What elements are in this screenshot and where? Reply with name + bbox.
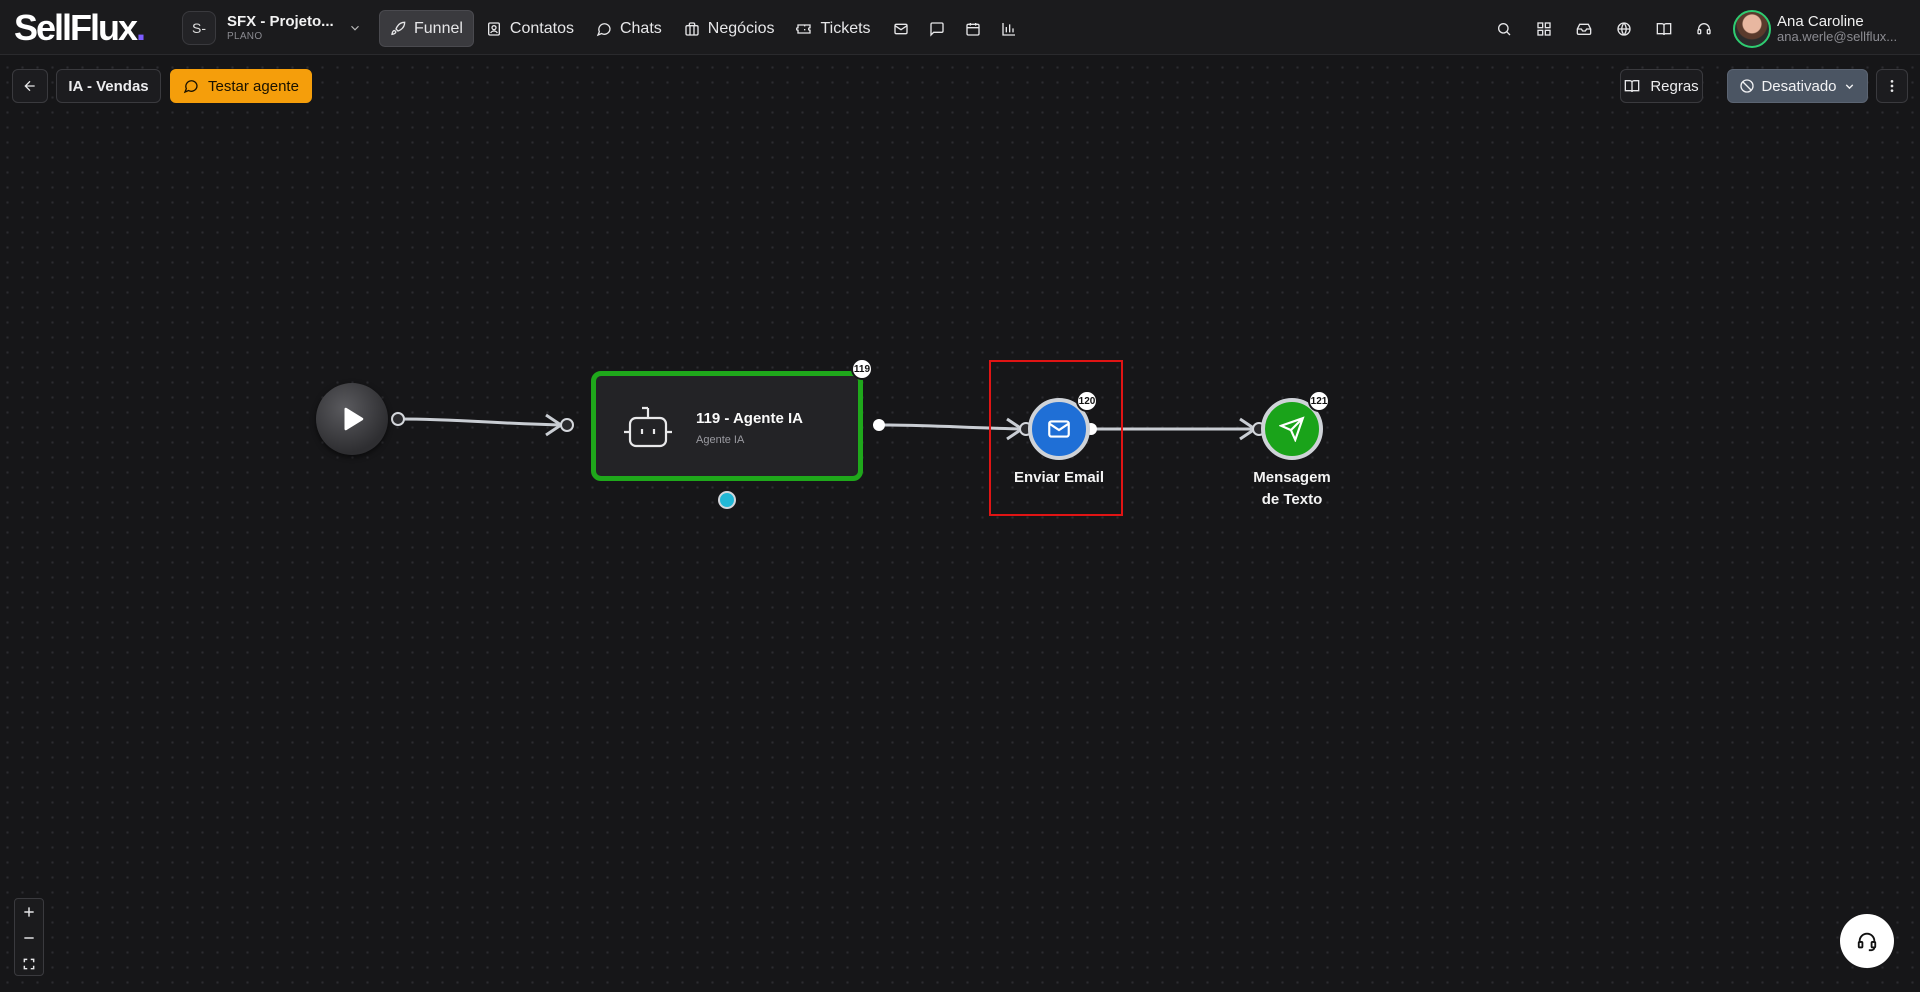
project-selector[interactable]: S- SFX - Projeto... PLANO: [182, 11, 362, 45]
nav-reports[interactable]: [991, 10, 1027, 47]
flow-name-label: IA - Vendas: [68, 77, 149, 95]
user-email: ana.werle@sellflux...: [1777, 29, 1898, 45]
briefcase-icon: [685, 21, 699, 36]
test-agent-button[interactable]: Testar agente: [170, 69, 312, 103]
arrow-left-icon: [24, 80, 35, 92]
message-label-line2: de Texto: [1261, 491, 1323, 508]
chat-icon: [596, 22, 611, 36]
grid-icon: [1537, 21, 1551, 36]
agent-node[interactable]: 119 - Agente IA Agente IA: [591, 371, 863, 481]
agent-output-handle: [873, 419, 885, 431]
bot-icon: [624, 406, 672, 448]
project-plan: PLANO: [227, 31, 263, 42]
nav-tickets-label: Tickets: [820, 19, 871, 37]
rules-label: Regras: [1650, 77, 1699, 95]
play-icon: [344, 407, 364, 431]
nav-chats-label: Chats: [619, 19, 662, 37]
rules-button[interactable]: Regras: [1620, 69, 1703, 103]
send-icon: [1279, 416, 1305, 442]
ticket-icon: [796, 23, 812, 34]
header-globe[interactable]: [1604, 10, 1644, 47]
support-chat-button[interactable]: [1840, 914, 1894, 968]
edge-start-agent: [398, 417, 566, 427]
user-name: Ana Caroline: [1777, 12, 1864, 30]
agent-node-title: 119 - Agente IA: [696, 410, 803, 427]
start-node[interactable]: [316, 383, 388, 455]
book-icon: [1624, 80, 1640, 93]
top-navbar: SellFlux. S- SFX - Projeto... PLANO Funn…: [0, 0, 1920, 55]
agent-node-badge: 119: [851, 358, 873, 380]
flow-name[interactable]: IA - Vendas: [56, 69, 161, 103]
nav-calendar[interactable]: [955, 10, 991, 47]
nav-chats[interactable]: Chats: [586, 10, 672, 47]
zoom-in-button[interactable]: [15, 899, 43, 925]
header-inbox[interactable]: [1564, 10, 1604, 47]
nav-email[interactable]: [883, 10, 919, 47]
fit-view-button[interactable]: [15, 951, 43, 977]
fullscreen-icon: [23, 958, 35, 970]
nav-negocios[interactable]: Negócios: [674, 10, 785, 47]
headset-icon: [1697, 22, 1711, 34]
email-node-label: Enviar Email: [1013, 469, 1105, 486]
minus-icon: [24, 937, 34, 939]
headset-icon: [1857, 932, 1877, 952]
plus-icon: [24, 907, 34, 917]
mail-icon: [1048, 420, 1070, 438]
bar-chart-icon: [1001, 22, 1015, 36]
search-icon: [1498, 22, 1511, 35]
start-output-handle: [391, 412, 405, 426]
nav-tickets[interactable]: Tickets: [786, 10, 880, 47]
nav-funnel[interactable]: Funnel: [379, 10, 474, 47]
email-node-badge: 120: [1076, 390, 1098, 412]
agent-bottom-handle: [718, 491, 736, 509]
nav-contatos[interactable]: Contatos: [476, 10, 584, 47]
header-actions: [1484, 10, 1724, 47]
message-node-label: Mensagem de Texto: [1237, 467, 1347, 511]
contacts-icon: [487, 21, 500, 36]
ban-icon: [1740, 79, 1755, 93]
book-icon: [1656, 22, 1672, 35]
agent-node-subtitle: Agente IA: [696, 434, 745, 446]
zoom-controls: [14, 898, 44, 976]
chat-icon: [183, 80, 198, 94]
back-button[interactable]: [12, 69, 48, 103]
test-agent-label: Testar agente: [208, 77, 299, 95]
header-docs[interactable]: [1644, 10, 1684, 47]
globe-icon: [1617, 21, 1631, 36]
nav-negocios-label: Negócios: [707, 19, 775, 37]
more-options-button[interactable]: [1876, 69, 1908, 103]
mail-icon: [893, 23, 908, 34]
message-label-line1: Mensagem: [1253, 469, 1331, 486]
chevron-down-icon: [350, 25, 359, 31]
sellflux-logo[interactable]: SellFlux.: [14, 7, 146, 49]
logo-dot: .: [136, 7, 146, 48]
edge-arrow-message: [1239, 417, 1258, 441]
zoom-out-button[interactable]: [15, 925, 43, 951]
project-badge: S-: [182, 11, 216, 45]
header-search[interactable]: [1484, 10, 1524, 47]
more-vertical-icon: [1890, 80, 1894, 92]
calendar-icon: [965, 22, 980, 36]
project-name: SFX - Projeto...: [227, 13, 334, 30]
header-support[interactable]: [1684, 10, 1724, 47]
nav-contatos-label: Contatos: [509, 19, 574, 37]
header-apps[interactable]: [1524, 10, 1564, 47]
main-nav: Funnel Contatos Chats Negócios Tickets: [379, 10, 1027, 47]
logo-text: SellFlux: [14, 7, 138, 48]
inbox-icon: [1576, 23, 1592, 35]
nav-messages[interactable]: [919, 10, 955, 47]
status-label: Desativado: [1761, 77, 1837, 95]
flow-edges: [391, 412, 1266, 509]
message-node-badge: 121: [1308, 390, 1330, 412]
status-dropdown[interactable]: Desativado: [1727, 69, 1868, 103]
nav-funnel-label: Funnel: [414, 19, 463, 37]
agent-input-handle: [560, 418, 574, 432]
user-menu[interactable]: Ana Caroline ana.werle@sellflux...: [1733, 10, 1897, 48]
edge-arrow-agent: [545, 413, 564, 437]
rocket-icon: [391, 21, 406, 35]
avatar: [1733, 10, 1771, 48]
message-square-icon: [929, 21, 944, 37]
chevron-down-icon: [1845, 83, 1853, 89]
